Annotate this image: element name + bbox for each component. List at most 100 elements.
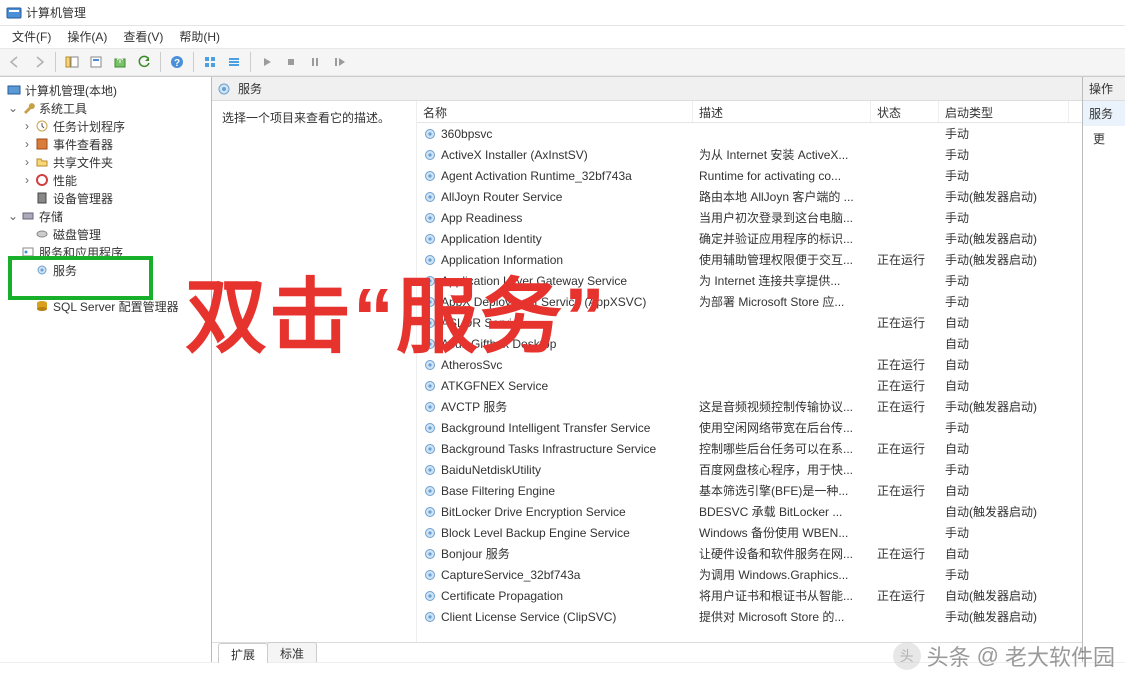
service-row[interactable]: Application Identity确定并验证应用程序的标识...手动(触发… xyxy=(417,228,1082,249)
collapse-icon[interactable]: ⌄ xyxy=(6,101,20,115)
service-row[interactable]: Block Level Backup Engine ServiceWindows… xyxy=(417,522,1082,543)
service-stop-button[interactable] xyxy=(280,51,302,73)
collapse-icon[interactable]: ⌄ xyxy=(6,209,20,223)
service-name: CaptureService_32bf743a xyxy=(417,568,693,582)
actions-group-services[interactable]: 服务 xyxy=(1083,101,1125,126)
service-name: AVCTP 服务 xyxy=(417,398,693,415)
col-desc[interactable]: 描述 xyxy=(693,101,871,122)
tree-task-scheduler[interactable]: ›任务计划程序 xyxy=(2,117,209,135)
service-row[interactable]: Background Tasks Infrastructure Service控… xyxy=(417,438,1082,459)
actions-more[interactable]: 更 xyxy=(1083,126,1125,151)
gear-icon xyxy=(423,148,437,162)
service-row[interactable]: Certificate Propagation将用户证书和根证书从智能...正在… xyxy=(417,585,1082,606)
service-row[interactable]: AtherosSvc正在运行自动 xyxy=(417,354,1082,375)
service-row[interactable]: Application Layer Gateway Service为 Inter… xyxy=(417,270,1082,291)
service-name: ATKGFNEX Service xyxy=(417,379,693,393)
service-name: Block Level Backup Engine Service xyxy=(417,526,693,540)
gear-icon xyxy=(423,190,437,204)
refresh-button[interactable] xyxy=(133,51,155,73)
tab-standard[interactable]: 标准 xyxy=(267,642,317,662)
service-row[interactable]: Asus Giftbox Desktop自动 xyxy=(417,333,1082,354)
help-button[interactable]: ? xyxy=(166,51,188,73)
service-pause-button[interactable] xyxy=(304,51,326,73)
tree-system-tools[interactable]: ⌄系统工具 xyxy=(2,99,209,117)
service-row[interactable]: 360bpsvc手动 xyxy=(417,123,1082,144)
service-desc: 使用空闲网络带宽在后台传... xyxy=(693,419,871,436)
expand-icon[interactable]: › xyxy=(20,119,34,133)
service-startup: 手动 xyxy=(939,461,1069,478)
service-row[interactable]: Base Filtering Engine基本筛选引擎(BFE)是一种...正在… xyxy=(417,480,1082,501)
tree-event-viewer[interactable]: ›事件查看器 xyxy=(2,135,209,153)
service-status: 正在运行 xyxy=(871,356,939,373)
menu-view[interactable]: 查看(V) xyxy=(115,27,171,47)
service-row[interactable]: CaptureService_32bf743a为调用 Windows.Graph… xyxy=(417,564,1082,585)
expand-icon[interactable]: › xyxy=(20,173,34,187)
menu-help[interactable]: 帮助(H) xyxy=(171,27,228,47)
gear-icon xyxy=(423,589,437,603)
services-list[interactable]: 名称 描述 状态 启动类型 360bpsvc手动ActiveX Installe… xyxy=(417,101,1082,642)
col-status[interactable]: 状态 xyxy=(871,101,939,122)
menu-file[interactable]: 文件(F) xyxy=(4,27,59,47)
service-desc: 这是音频视频控制传输协议... xyxy=(693,398,871,415)
service-name: 360bpsvc xyxy=(417,127,693,141)
service-start-button[interactable] xyxy=(256,51,278,73)
service-row[interactable]: Background Intelligent Transfer Service使… xyxy=(417,417,1082,438)
col-name[interactable]: 名称 xyxy=(417,101,693,122)
expand-icon[interactable]: › xyxy=(20,155,34,169)
gear-icon xyxy=(423,421,437,435)
tree-storage[interactable]: ⌄存储 xyxy=(2,207,209,225)
service-desc: 为调用 Windows.Graphics... xyxy=(693,566,871,583)
tree-shared-folders[interactable]: ›共享文件夹 xyxy=(2,153,209,171)
service-desc: 控制哪些后台任务可以在系... xyxy=(693,440,871,457)
menu-action[interactable]: 操作(A) xyxy=(59,27,115,47)
tree-disk-mgmt[interactable]: 磁盘管理 xyxy=(2,225,209,243)
service-row[interactable]: BaiduNetdiskUtility百度网盘核心程序，用于快...手动 xyxy=(417,459,1082,480)
tree-sql-config[interactable]: SQL Server 配置管理器 xyxy=(2,297,209,315)
navigation-tree[interactable]: 计算机管理(本地) ⌄系统工具 ›任务计划程序 ›事件查看器 ›共享文件夹 ›性… xyxy=(0,77,212,662)
service-name: BitLocker Drive Encryption Service xyxy=(417,505,693,519)
gear-icon xyxy=(423,463,437,477)
watermark-icon: 头 xyxy=(893,642,921,670)
tree-services-apps[interactable]: 服务和应用程序 xyxy=(2,243,209,261)
service-desc: Runtime for activating co... xyxy=(693,169,871,183)
gear-icon xyxy=(423,211,437,225)
gear-icon xyxy=(216,81,232,97)
service-startup: 手动(触发器启动) xyxy=(939,230,1069,247)
tree-wmi[interactable] xyxy=(2,279,209,297)
service-status: 正在运行 xyxy=(871,314,939,331)
service-restart-button[interactable] xyxy=(328,51,350,73)
expand-icon[interactable]: › xyxy=(20,137,34,151)
service-row[interactable]: ASLDR Service正在运行自动 xyxy=(417,312,1082,333)
export-button[interactable] xyxy=(109,51,131,73)
tree-root[interactable]: 计算机管理(本地) xyxy=(2,81,209,99)
disk-icon xyxy=(34,226,50,242)
service-row[interactable]: AllJoyn Router Service路由本地 AllJoyn 客户端的 … xyxy=(417,186,1082,207)
service-row[interactable]: ATKGFNEX Service正在运行自动 xyxy=(417,375,1082,396)
list-view-button[interactable] xyxy=(223,51,245,73)
show-hide-tree-button[interactable] xyxy=(61,51,83,73)
service-row[interactable]: BitLocker Drive Encryption ServiceBDESVC… xyxy=(417,501,1082,522)
title-bar: 计算机管理 xyxy=(0,0,1125,26)
window-title: 计算机管理 xyxy=(26,4,86,21)
service-row[interactable]: ActiveX Installer (AxInstSV)为从 Internet … xyxy=(417,144,1082,165)
service-row[interactable]: AVCTP 服务这是音频视频控制传输协议...正在运行手动(触发器启动) xyxy=(417,396,1082,417)
tree-performance[interactable]: ›性能 xyxy=(2,171,209,189)
service-row[interactable]: App Readiness当用户初次登录到这台电脑...手动 xyxy=(417,207,1082,228)
service-row[interactable]: Bonjour 服务让硬件设备和软件服务在网...正在运行自动 xyxy=(417,543,1082,564)
service-row[interactable]: Application Information使用辅助管理权限便于交互...正在… xyxy=(417,249,1082,270)
gear-icon xyxy=(423,442,437,456)
service-row[interactable]: AppX Deployment Service (AppXSVC)为部署 Mic… xyxy=(417,291,1082,312)
service-name: BaiduNetdiskUtility xyxy=(417,463,693,477)
gear-icon xyxy=(423,610,437,624)
service-row[interactable]: Agent Activation Runtime_32bf743aRuntime… xyxy=(417,165,1082,186)
col-startup[interactable]: 启动类型 xyxy=(939,101,1069,122)
service-row[interactable]: Client License Service (ClipSVC)提供对 Micr… xyxy=(417,606,1082,627)
column-headers[interactable]: 名称 描述 状态 启动类型 xyxy=(417,101,1082,123)
properties-button[interactable] xyxy=(85,51,107,73)
grid-view-button[interactable] xyxy=(199,51,221,73)
tree-device-manager[interactable]: 设备管理器 xyxy=(2,189,209,207)
watermark-prefix: 头条 xyxy=(927,640,971,672)
service-startup: 手动 xyxy=(939,146,1069,163)
tree-services[interactable]: 服务 xyxy=(2,261,209,279)
tab-extended[interactable]: 扩展 xyxy=(218,643,268,663)
